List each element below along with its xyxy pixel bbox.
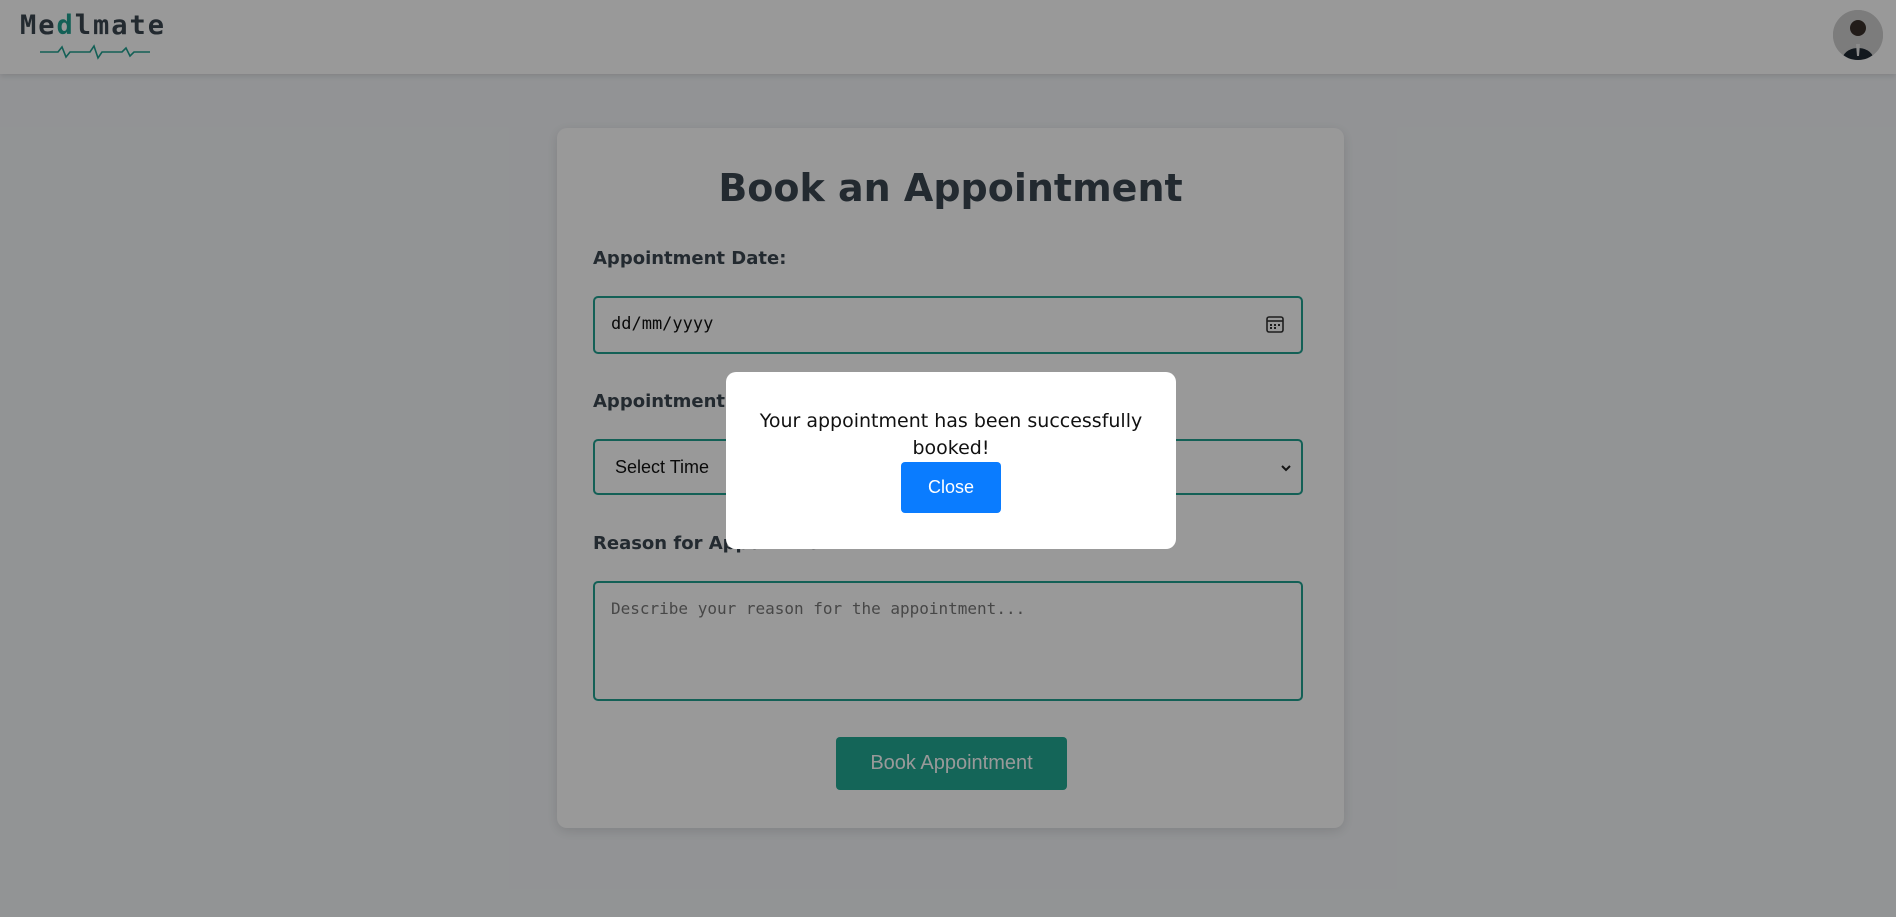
close-button[interactable]: Close [901, 462, 1001, 513]
success-message: Your appointment has been successfully b… [759, 410, 1143, 459]
success-modal: Your appointment has been successfully b… [726, 372, 1176, 549]
page: Medlmate Book an Appointment Appointment… [0, 0, 1896, 917]
